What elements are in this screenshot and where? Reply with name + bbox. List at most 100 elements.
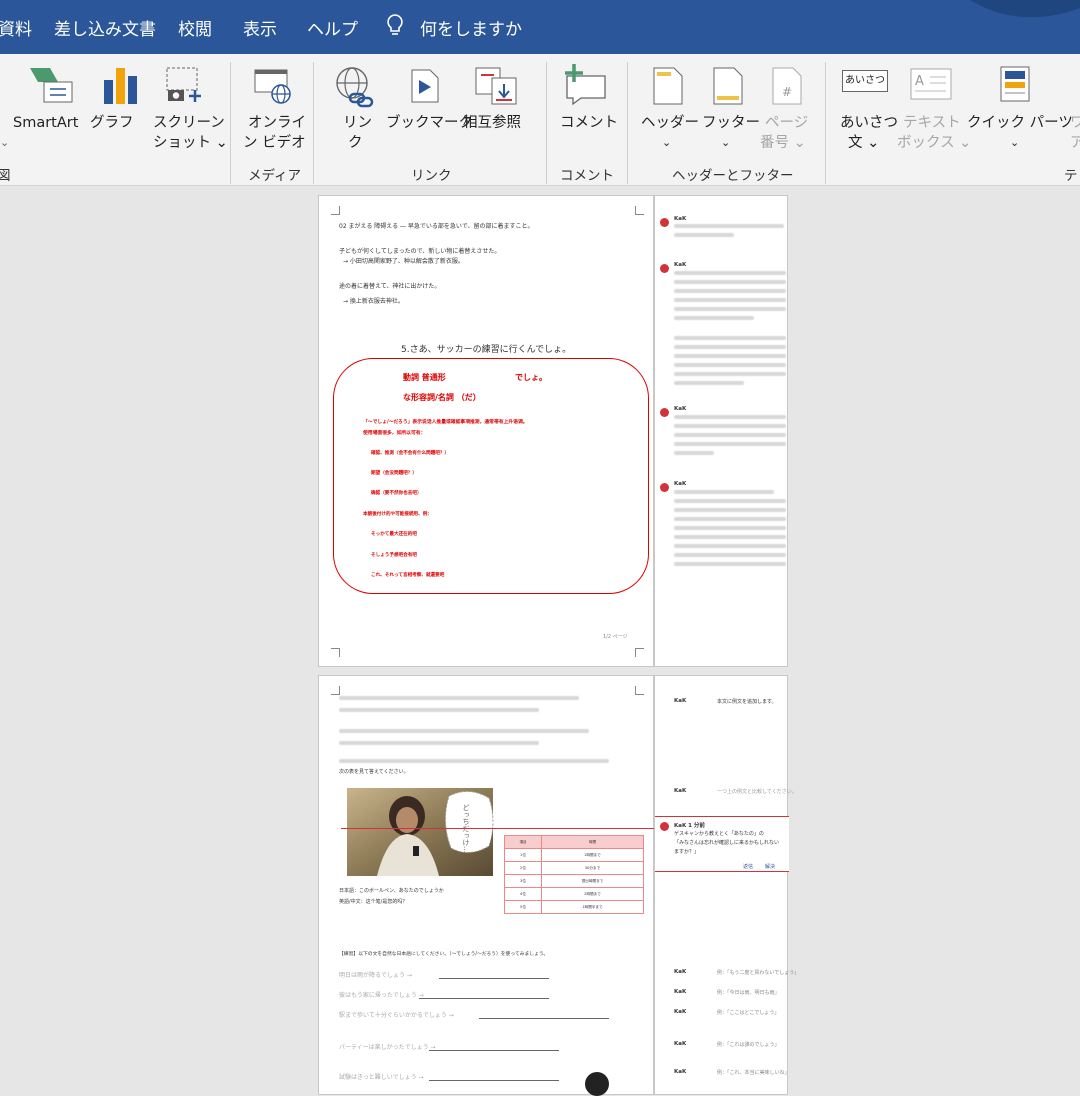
quick-parts-icon[interactable] [1000,66,1030,102]
online-video-button-line1[interactable]: オンライ [248,113,306,133]
wordart-button-line1[interactable]: ワ [1070,113,1080,133]
comment-text[interactable] [674,381,744,385]
comment-text[interactable] [674,280,786,284]
link-button-line2[interactable]: ク [348,133,363,153]
comment-text[interactable] [674,372,786,376]
comment-avatar-icon[interactable] [660,822,669,831]
comment-text[interactable] [674,451,714,455]
comment-text[interactable] [674,442,786,446]
comment-button[interactable]: コメント [560,113,618,133]
comment-text[interactable] [674,345,786,349]
screenshot-button-line1[interactable]: スクリーン [153,113,225,133]
smartart-icon[interactable] [30,68,76,104]
answer-blank[interactable] [429,1050,559,1051]
link-icon[interactable] [334,66,374,108]
chart-button[interactable]: グラフ [90,113,134,133]
wordart-button-line2[interactable]: ア [1070,133,1080,153]
page-number-icon[interactable]: # [771,66,803,106]
tab-help[interactable]: ヘルプ [307,15,358,40]
comment-avatar-icon[interactable] [660,408,669,417]
comment-text[interactable] [674,354,786,358]
comment-text[interactable]: 一つ上の例文と比較してください。 [717,788,797,795]
resolve-button[interactable]: 解決 [765,863,775,870]
comment-text[interactable] [674,289,786,293]
comment-avatar-icon[interactable] [660,264,669,273]
chevron-down-icon[interactable]: ⌄ [662,133,671,153]
chevron-down-icon[interactable]: ⌄ [0,133,9,153]
comment-text[interactable]: 例：「これ、本当に美味しいね」 [717,1069,790,1076]
comment-text[interactable] [674,307,786,311]
answer-blank[interactable] [419,998,549,999]
comment-text[interactable] [674,336,786,340]
page-number-button-line1[interactable]: ページ [765,113,808,133]
footer-button[interactable]: フッター [702,113,760,133]
comment-text[interactable] [674,224,784,228]
bookmark-icon[interactable] [410,68,440,104]
tab-references[interactable]: 資料 [0,15,32,40]
greeting-button-line2[interactable]: 文 ⌄ [848,133,879,153]
comment-text[interactable] [674,316,754,320]
answer-blank[interactable] [439,978,549,979]
comment-text[interactable] [674,233,734,237]
cross-reference-icon[interactable] [474,66,520,106]
tab-mailings[interactable]: 差し込み文書 [54,15,156,40]
chevron-down-icon[interactable]: ⌄ [721,133,730,153]
reply-button[interactable]: 返信 [743,863,753,870]
document-page-1[interactable]: 02 まがえる 障碍える ― 早急でいる部を急いで、留の部に着ますこと。 子ども… [318,195,654,667]
textbox-icon[interactable]: A [910,68,952,100]
comment-text[interactable] [674,499,786,503]
comment-text[interactable] [674,415,786,419]
comment-text[interactable]: 例：「これは誰のでしょう」 [717,1041,780,1048]
comment-text[interactable]: ますか？」 [674,848,699,855]
header-icon[interactable] [652,66,684,106]
lightbulb-icon[interactable] [384,13,406,39]
comment-text[interactable]: 本文に例文を追加します。 [717,698,777,705]
greeting-button-line1[interactable]: あいさつ [840,113,898,133]
comment-text[interactable] [674,298,786,302]
comment-text[interactable]: 例：「もう二度と買わないでしょう」 [717,969,799,976]
comment-avatar-icon[interactable] [660,483,669,492]
screenshot-button-line2[interactable]: ショット ⌄ [153,133,228,153]
comment-text[interactable] [674,508,786,512]
comment-text[interactable] [674,490,774,494]
group-label-text: テ [1064,168,1078,184]
footer-icon[interactable] [712,66,744,106]
comment-text[interactable] [674,553,786,557]
comment-text[interactable]: 「みなさんは忘れが確認しに来るかもしれない [674,839,779,846]
textbox-button-line2[interactable]: ボックス ⌄ [897,133,971,153]
header-button[interactable]: ヘッダー [641,113,699,133]
textbox-button-line1[interactable]: テキスト [903,113,961,133]
online-video-button-line2[interactable]: ン ビデオ [243,133,306,153]
comment-text[interactable] [674,424,786,428]
comment-text[interactable] [674,517,786,521]
answer-blank[interactable] [429,1080,559,1081]
comment-text[interactable] [674,363,786,367]
comment-text[interactable]: 例：「ここはどこでしょう」 [717,1009,779,1016]
tab-view[interactable]: 表示 [243,15,277,40]
comment-text[interactable] [674,271,786,275]
new-comment-icon[interactable] [563,64,609,106]
answer-blank[interactable] [479,1018,609,1019]
page-number-button-line2[interactable]: 番号 ⌄ [760,133,806,153]
bookmark-button[interactable]: ブックマーク [386,113,473,133]
document-page-2[interactable]: 次の表を見て答えてください。 どっちだっけ… 日本語：このボールペン、あなたので… [318,675,655,1096]
smartart-button[interactable]: SmartArt [13,113,78,133]
tell-me-search[interactable]: 何をしますか [420,15,522,40]
comment-text[interactable] [674,526,786,530]
link-button-line1[interactable]: リン [343,113,372,133]
online-video-icon[interactable] [253,68,293,104]
quick-parts-button[interactable]: クイック パーツ [967,113,1073,133]
chevron-down-icon[interactable]: ⌄ [1010,133,1019,153]
cross-reference-button[interactable]: 相互参照 [463,113,521,133]
comment-avatar-icon[interactable] [660,218,669,227]
chart-icon[interactable] [104,68,140,104]
comment-text[interactable] [674,433,786,437]
comment-text[interactable]: ゲスキャンから教えとく「あなたの」の [674,830,764,837]
screenshot-icon[interactable] [165,66,205,106]
comment-text[interactable]: 例：「今日は雨、明日も雨」 [717,989,780,996]
tab-review[interactable]: 校閲 [178,15,212,40]
comment-text[interactable] [674,544,786,548]
greeting-icon[interactable]: あいさつ [842,70,888,92]
comment-text[interactable] [674,562,786,566]
comment-text[interactable] [674,535,786,539]
